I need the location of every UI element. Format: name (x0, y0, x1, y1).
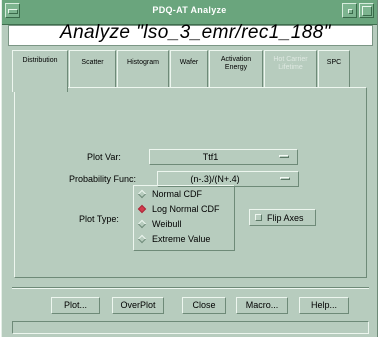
plot-type-label: Plot Type: (79, 214, 119, 224)
tab-spc-label: SPC (326, 59, 342, 66)
status-bar (12, 321, 369, 334)
radio-diamond-icon (137, 189, 147, 199)
tab-histogram[interactable]: Histogram (117, 50, 169, 88)
probability-func-value: (n-.3)/(N+.4) (190, 174, 240, 184)
minimize-icon[interactable] (342, 3, 357, 18)
macro-button[interactable]: Macro... (236, 297, 288, 314)
tab-activation-energy[interactable]: Activation Energy (209, 50, 263, 88)
tab-activation-energy-label: Activation Energy (220, 56, 252, 71)
plot-button[interactable]: Plot... (51, 297, 100, 314)
analyze-window: PDQ-AT Analyze Analyze "lso_3_emr/rec1_1… (1, 0, 378, 337)
tab-hot-carrier-lifetime-label: Hot Carrier Lifetime (273, 56, 308, 71)
close-button[interactable]: Close (182, 297, 226, 314)
tab-wafer[interactable]: Wafer (170, 50, 208, 88)
radio-label: Normal CDF (152, 189, 203, 199)
tab-wafer-label: Wafer (179, 59, 199, 66)
probability-func-label: Probability Func: (69, 174, 137, 184)
radio-label: Log Normal CDF (152, 204, 220, 214)
tab-scatter[interactable]: Scatter (69, 50, 116, 88)
tab-distribution[interactable]: Distribution (12, 50, 68, 92)
page-title: Analyze "lso_3_emr/rec1_188" (60, 22, 331, 43)
overplot-button[interactable]: OverPlot (112, 297, 164, 314)
plot-type-radio-group: Normal CDF Log Normal CDF Weibull Extrem… (133, 185, 235, 251)
option-menu-icon (279, 155, 289, 158)
plot-var-label: Plot Var: (87, 152, 121, 162)
window-title: PDQ-AT Analyze (152, 5, 227, 15)
tab-scatter-label: Scatter (81, 59, 104, 66)
radio-label: Extreme Value (152, 234, 211, 244)
checkbox-icon (255, 214, 262, 221)
radio-diamond-icon (137, 219, 147, 229)
plot-var-value: Ttf1 (202, 152, 219, 162)
flip-axes-label: Flip Axes (267, 213, 304, 223)
divider (12, 287, 369, 289)
radio-diamond-icon (137, 234, 147, 244)
maximize-icon[interactable] (359, 3, 374, 18)
help-button[interactable]: Help... (299, 297, 349, 314)
tab-hot-carrier-lifetime: Hot Carrier Lifetime (264, 50, 317, 88)
tab-distribution-label: Distribution (22, 57, 58, 64)
radio-label: Weibull (152, 219, 182, 229)
radio-diamond-selected-icon (137, 204, 147, 214)
flip-axes-toggle[interactable]: Flip Axes (249, 209, 316, 226)
tab-histogram-label: Histogram (127, 59, 159, 66)
option-menu-icon (280, 177, 290, 180)
plot-var-select[interactable]: Ttf1 (149, 149, 298, 165)
tab-spc[interactable]: SPC (318, 50, 350, 88)
